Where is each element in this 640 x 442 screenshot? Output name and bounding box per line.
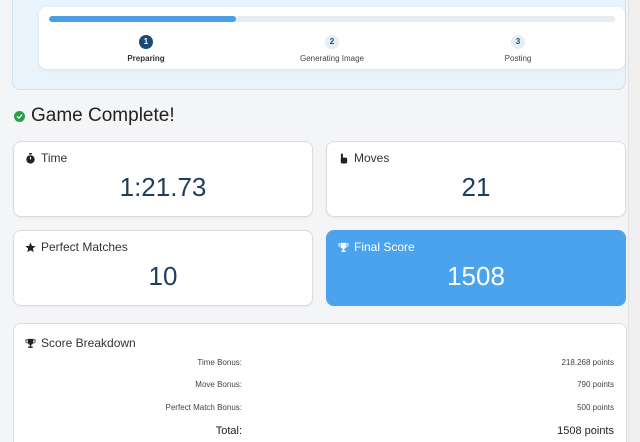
breakdown-label: Move Bonus: [195,380,242,389]
breakdown-value: 790 points [577,380,614,389]
time-card: Time 1:21.73 [13,141,313,217]
page-title: Game Complete! [31,105,175,126]
breakdown-total-label: Total: [215,425,242,437]
progress-track [49,16,615,22]
breakdown-total-value: 1508 points [557,425,614,437]
step-generating-image: 2 Generating Image [252,31,412,63]
time-value: 1:21.73 [119,172,207,202]
final-score-card: Final Score 1508 [326,230,626,306]
score-breakdown-card: Score Breakdown Time Bonus: 218.268 poin… [13,323,627,442]
progress-panel: 1 Preparing 2 Generating Image 3 Posting [12,0,626,90]
moves-card: Moves 21 [326,141,626,217]
perfect-matches-card: Perfect Matches 10 [13,230,313,306]
check-circle-icon [14,110,25,122]
step-label: Generating Image [299,54,365,63]
breakdown-row-move-bonus: Move Bonus: 790 points [14,380,626,394]
perfect-matches-value: 10 [148,261,178,291]
final-score-value: 1508 [447,261,505,291]
moves-label: Moves [354,151,390,165]
perfect-matches-label: Perfect Matches [41,240,128,254]
pointer-hand-icon [338,152,349,164]
final-score-card-header: Final Score [338,240,415,254]
breakdown-value: 500 points [577,403,614,412]
star-icon [25,241,36,253]
stopwatch-icon [25,152,36,164]
step-posting: 3 Posting [438,31,598,63]
step-number: 3 [511,35,525,49]
time-card-header: Time [25,151,67,165]
step-number: 1 [139,35,153,49]
moves-value: 21 [461,172,491,202]
step-number: 2 [325,35,339,49]
progress-card: 1 Preparing 2 Generating Image 3 Posting [39,7,625,69]
perfect-matches-card-header: Perfect Matches [25,240,128,254]
step-label: Preparing [127,54,165,63]
breakdown-row-total: Total: 1508 points [14,425,626,439]
game-complete-heading: Game Complete! [14,104,175,128]
step-preparing: 1 Preparing [66,31,226,63]
trophy-icon [338,242,349,253]
breakdown-row-time-bonus: Time Bonus: 218.268 points [14,358,626,372]
moves-card-header: Moves [338,151,389,165]
progress-fill [49,16,236,22]
step-label: Posting [504,54,532,63]
score-breakdown-header: Score Breakdown [25,336,136,350]
breakdown-label: Time Bonus: [197,358,242,367]
final-score-label: Final Score [354,240,415,254]
breakdown-label: Perfect Match Bonus: [165,403,242,412]
time-label: Time [41,151,68,165]
breakdown-row-perfect-match-bonus: Perfect Match Bonus: 500 points [14,403,626,417]
score-breakdown-title: Score Breakdown [41,336,136,350]
scrollbar-track[interactable] [628,0,640,442]
breakdown-value: 218.268 points [561,358,615,367]
trophy-icon [25,338,36,349]
